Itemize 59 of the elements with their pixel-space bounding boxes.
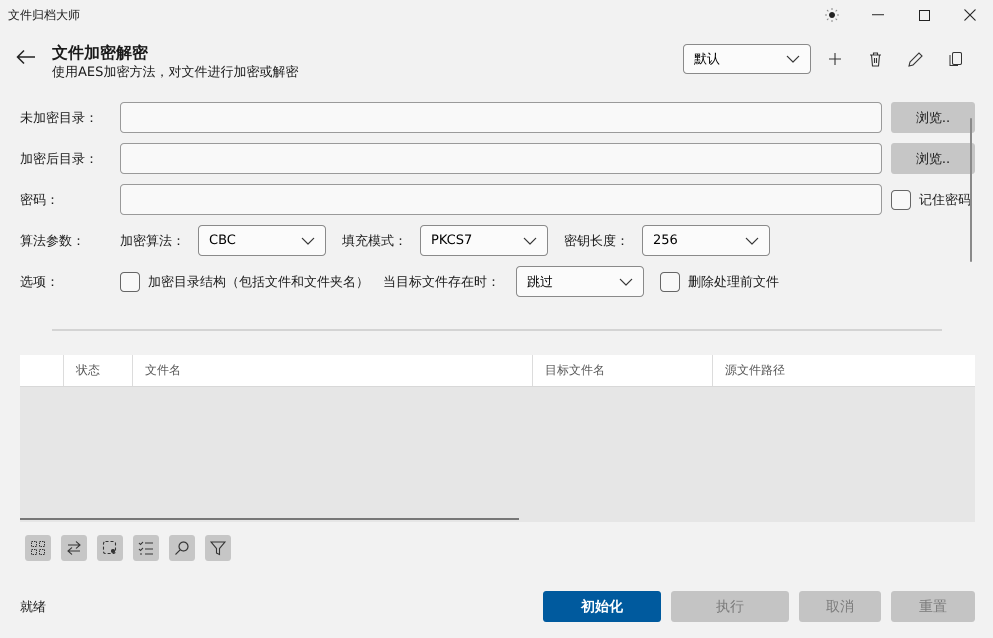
checkbox[interactable] (660, 272, 680, 292)
path-field[interactable] (120, 143, 882, 174)
toolbar-button[interactable] (133, 535, 159, 561)
toolbar-button[interactable] (97, 535, 123, 561)
field-label: 未加密目录： (20, 110, 99, 126)
field-label: 选项： (20, 274, 60, 290)
toolbar-button[interactable] (169, 535, 195, 561)
dropdown-label: 当目标文件存在时： (383, 274, 500, 290)
add-icon[interactable] (829, 53, 841, 65)
checkbox[interactable] (120, 272, 140, 292)
window-title: 文件归档大师 (8, 6, 80, 24)
checklist-icon (138, 541, 154, 555)
dropdown[interactable]: 跳过 (516, 266, 644, 297)
path-field[interactable] (120, 102, 882, 133)
field-label: 算法参数： (20, 232, 86, 250)
brightness-icon[interactable] (825, 8, 839, 22)
pencil-icon[interactable] (908, 52, 922, 66)
browse-button[interactable]: 浏览.. (891, 143, 975, 174)
checkbox-label: 加密目录结构（包括文件和文件夹名） (148, 274, 369, 290)
swap-icon (67, 540, 81, 556)
column-header[interactable]: 目标文件名 (533, 355, 713, 386)
chevron-down-icon (745, 236, 759, 244)
checkbox[interactable] (891, 190, 911, 210)
chevron-down-icon (301, 236, 315, 244)
copy-icon[interactable] (948, 52, 962, 66)
selection-icon (102, 540, 116, 554)
column-header[interactable]: 源文件路径 (713, 355, 975, 386)
minimize-icon[interactable] (872, 14, 884, 16)
chevron-down-icon (523, 236, 537, 244)
status-text: 就绪 (20, 600, 46, 614)
chevron-down-icon (786, 55, 800, 63)
select-all-icon (31, 541, 45, 555)
chevron-down-icon (619, 278, 633, 286)
search-icon (175, 541, 189, 555)
maximize-icon[interactable] (918, 10, 930, 20)
back-arrow-icon[interactable] (16, 49, 36, 65)
column-header[interactable]: 文件名 (133, 355, 533, 386)
dropdown[interactable]: PKCS7 (420, 225, 548, 256)
browse-button[interactable]: 浏览.. (891, 102, 975, 133)
dropdown-label: 加密算法： (120, 232, 186, 250)
toolbar-button[interactable] (61, 535, 87, 561)
password-field[interactable] (120, 184, 882, 215)
dropdown-label: 填充模式： (342, 232, 408, 250)
toolbar-button[interactable] (205, 535, 231, 561)
checkbox-label: 删除处理前文件 (688, 274, 779, 290)
delete-icon[interactable] (868, 52, 882, 66)
profile-dropdown[interactable]: 默认 (683, 44, 811, 74)
field-label: 密码： (20, 192, 60, 208)
dropdown[interactable]: 256 (642, 225, 770, 256)
action-button[interactable]: 初始化 (543, 591, 661, 622)
field-label: 加密后目录： (20, 150, 99, 168)
dropdown-label: 密钥长度： (564, 232, 630, 250)
close-icon[interactable] (964, 9, 976, 21)
page-subtitle: 使用AES加密方法，对文件进行加密或解密 (52, 64, 298, 82)
toolbar-button[interactable] (25, 535, 51, 561)
column-header[interactable]: 状态 (64, 355, 133, 386)
page-title: 文件加密解密 (52, 42, 149, 64)
filter-icon (210, 541, 226, 556)
dropdown[interactable]: CBC (198, 225, 326, 256)
